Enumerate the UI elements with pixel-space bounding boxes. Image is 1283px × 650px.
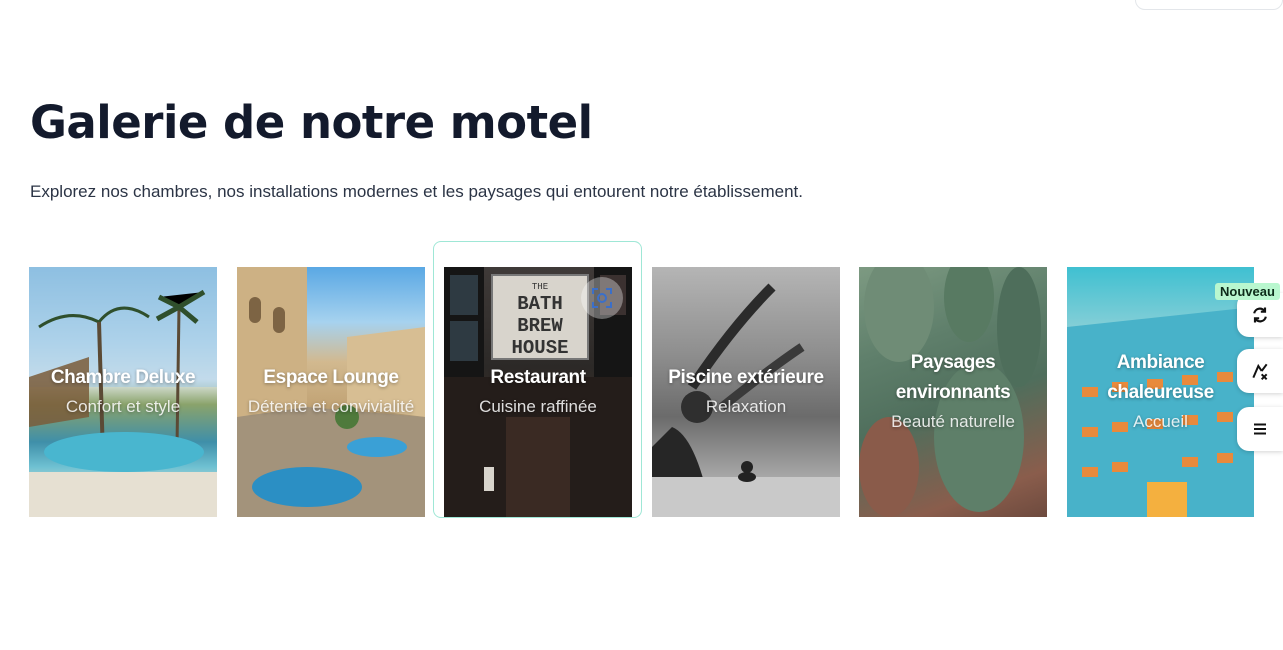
card-subtitle: Détente et convivialité	[247, 397, 415, 416]
card-overlay: Ambiance chaleureuse Accueil	[1067, 267, 1254, 517]
page-title: Galerie de notre motel	[30, 96, 593, 149]
card-title: Piscine extérieure	[668, 367, 824, 388]
card-overlay: Restaurant Cuisine raffinée	[444, 267, 632, 517]
new-badge: Nouveau	[1215, 283, 1280, 300]
card-overlay: Espace Lounge Détente et convivialité	[237, 267, 425, 517]
card-subtitle: Relaxation	[705, 397, 787, 416]
draw-icon	[1252, 363, 1268, 381]
card-overlay: Paysages environnants Beauté naturelle	[859, 267, 1047, 517]
gallery-card-restaurant[interactable]: THE BATH BREW HOUSE Restaurant Cuisine r…	[444, 267, 632, 517]
draw-button[interactable]	[1237, 349, 1283, 393]
menu-icon	[1254, 423, 1266, 435]
card-subtitle: Cuisine raffinée	[479, 397, 597, 416]
card-overlay: Chambre Deluxe Confort et style	[29, 267, 217, 517]
card-title: Restaurant	[490, 367, 586, 388]
page-subtitle: Explorez nos chambres, nos installations…	[30, 182, 803, 201]
card-title: Ambiance chaleureuse	[1107, 352, 1214, 403]
gallery-card-paysages-environnants[interactable]: Paysages environnants Beauté naturelle	[859, 267, 1047, 517]
top-floating-panel	[1135, 0, 1283, 10]
card-overlay: Piscine extérieure Relaxation	[652, 267, 840, 517]
gallery-card-piscine-exterieure[interactable]: Piscine extérieure Relaxation	[652, 267, 840, 517]
card-title: Chambre Deluxe	[50, 367, 196, 388]
card-subtitle: Confort et style	[65, 397, 181, 416]
page: Galerie de notre motel Explorez nos cham…	[0, 0, 1283, 650]
gallery-card-chambre-deluxe[interactable]: Chambre Deluxe Confort et style	[29, 267, 217, 517]
menu-button[interactable]	[1237, 407, 1283, 451]
gallery-card-espace-lounge[interactable]: Espace Lounge Détente et convivialité	[237, 267, 425, 517]
card-title: Espace Lounge	[263, 367, 399, 388]
refresh-icon	[1253, 307, 1267, 323]
card-subtitle: Accueil	[1133, 412, 1188, 431]
card-subtitle: Beauté naturelle	[891, 412, 1015, 431]
card-title: Paysages environnants	[895, 352, 1011, 403]
gallery-card-ambiance-chaleureuse[interactable]: Ambiance chaleureuse Accueil	[1067, 267, 1254, 517]
